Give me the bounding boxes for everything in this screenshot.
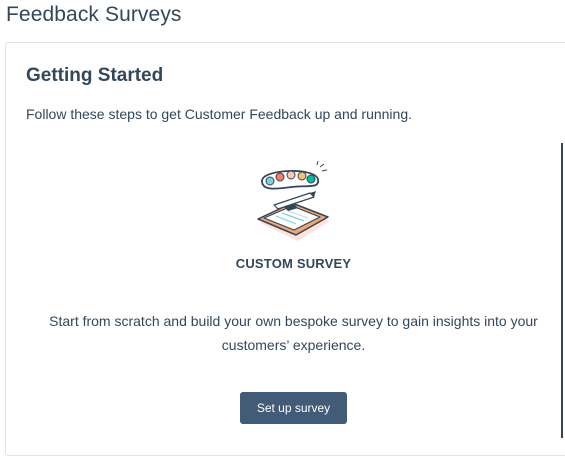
option-description: Start from scratch and build your own be… xyxy=(49,313,538,353)
card-title: Getting Started xyxy=(26,65,164,86)
getting-started-card: Getting Started Follow these steps to ge… xyxy=(5,42,565,456)
set-up-survey-button[interactable]: Set up survey xyxy=(240,392,347,424)
option-title: CUSTOM SURVEY xyxy=(235,256,352,271)
custom-survey-option: CUSTOM SURVEY Start from scratch and bui… xyxy=(26,143,563,438)
card-description: Follow these steps to get Customer Feedb… xyxy=(26,106,412,122)
panel-divider xyxy=(561,143,563,438)
page-title: Feedback Surveys xyxy=(6,3,182,26)
survey-clipboard-icon xyxy=(257,161,330,241)
